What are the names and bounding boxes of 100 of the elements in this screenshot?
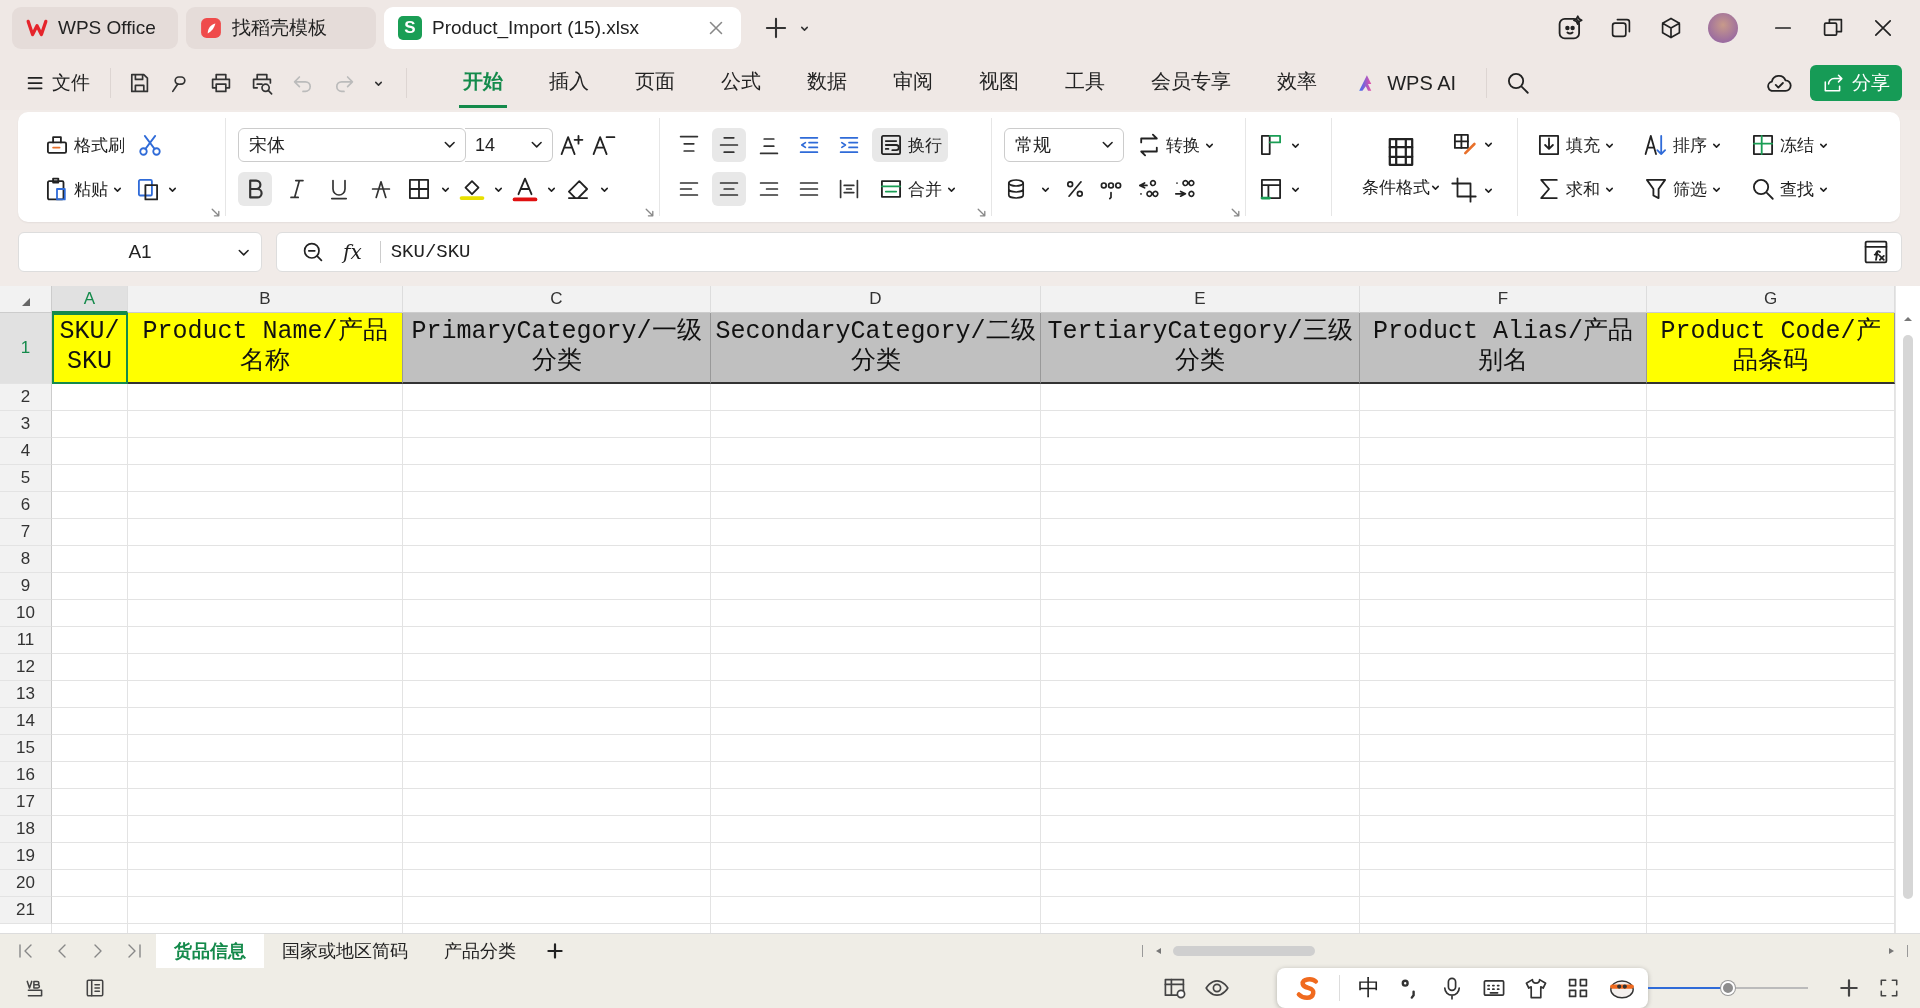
tab[interactable]: WPS Office (12, 7, 178, 49)
font-color-icon[interactable] (512, 176, 538, 202)
ribbon-tab[interactable]: 视图 (975, 58, 1024, 108)
avatar[interactable] (1708, 13, 1738, 43)
ribbon-tab[interactable]: 数据 (803, 58, 852, 108)
row-header[interactable]: 13 (0, 681, 52, 708)
increase-font-icon[interactable] (559, 132, 585, 158)
ime-logo-icon[interactable] (1295, 975, 1321, 1001)
zoom-icon[interactable] (301, 240, 325, 264)
ribbon-tab[interactable]: 工具 (1061, 58, 1110, 108)
column-header[interactable]: G (1647, 286, 1895, 313)
add-sheet-icon[interactable] (544, 940, 566, 962)
outline-icon[interactable] (84, 977, 106, 999)
plus-icon[interactable] (763, 15, 789, 41)
formula-field[interactable]: fx SKU/SKU (276, 232, 1902, 272)
sticker-icon[interactable] (1557, 15, 1583, 41)
dialog-launcher-icon[interactable] (644, 207, 655, 218)
copy-icon[interactable] (135, 176, 161, 202)
ribbon-tab[interactable]: 开始 (459, 58, 508, 108)
row-header[interactable]: 4 (0, 438, 52, 465)
row-header[interactable]: 3 (0, 411, 52, 438)
row-header[interactable]: 11 (0, 627, 52, 654)
input-mode-toggle[interactable]: 中 (1358, 973, 1380, 1003)
row-header[interactable]: 9 (0, 573, 52, 600)
table-cell[interactable]: PrimaryCategory/一级分类 (403, 313, 711, 384)
crop-icon[interactable] (1450, 177, 1477, 203)
borders-icon[interactable] (406, 176, 432, 202)
table-cell[interactable]: Product Name/产品名称 (128, 313, 403, 384)
table-cell[interactable]: SKU/SKU (52, 313, 128, 384)
zoom-slider[interactable] (1648, 981, 1808, 995)
ribbon-tab[interactable]: 页面 (631, 58, 680, 108)
row-header[interactable]: 10 (0, 600, 52, 627)
expand-formula-icon[interactable] (1863, 239, 1889, 265)
table-cell[interactable]: Product Alias/产品别名 (1360, 313, 1647, 384)
row-header[interactable]: 8 (0, 546, 52, 573)
sort-button[interactable]: 排序 (1637, 128, 1728, 162)
align-middle-button[interactable] (712, 128, 746, 162)
function-button[interactable]: fx (343, 240, 362, 264)
shirt-icon[interactable] (1524, 976, 1548, 1000)
ribbon-tab[interactable]: 效率 (1273, 58, 1322, 108)
sheet-tab[interactable]: 货品信息 (156, 934, 264, 968)
row-header[interactable]: 20 (0, 870, 52, 897)
column-header[interactable]: E (1041, 286, 1360, 313)
print-preview-icon[interactable] (250, 71, 275, 95)
table-cell[interactable]: Product Code/产品条码 (1647, 313, 1895, 384)
dialog-launcher-icon[interactable] (210, 207, 221, 218)
ribbon-tab[interactable]: 审阅 (889, 58, 938, 108)
freeze-button[interactable]: 冻结 (1744, 128, 1835, 162)
row-header[interactable]: 12 (0, 654, 52, 681)
sheet-tab[interactable]: 产品分类 (426, 934, 534, 968)
paste-button[interactable]: 粘贴 (38, 172, 129, 206)
row-header[interactable]: 18 (0, 816, 52, 843)
align-center-button[interactable] (712, 172, 746, 206)
font-size-dropdown[interactable]: 14 (465, 128, 553, 162)
row-header[interactable]: 15 (0, 735, 52, 762)
tab[interactable]: 找稻壳模板 (186, 7, 376, 49)
dialog-launcher-icon[interactable] (976, 207, 987, 218)
table-view-icon[interactable] (1163, 976, 1187, 1000)
row-header[interactable]: 6 (0, 492, 52, 519)
find-button[interactable]: 查找 (1744, 172, 1835, 206)
bold-button[interactable] (238, 172, 272, 206)
cell-style-icon[interactable] (1258, 132, 1284, 158)
sheet-tab[interactable]: 国家或地区简码 (264, 934, 426, 968)
wrap-text-button[interactable]: 换行 (872, 128, 948, 162)
convert-button[interactable]: 转换 (1130, 128, 1221, 162)
share-button[interactable]: 分享 (1810, 65, 1902, 101)
row-header[interactable]: 19 (0, 843, 52, 870)
name-box[interactable]: A1 (18, 232, 262, 272)
row-header[interactable]: 16 (0, 762, 52, 789)
row-header[interactable]: 2 (0, 384, 52, 411)
row-header[interactable]: 7 (0, 519, 52, 546)
windows-icon[interactable] (1609, 16, 1633, 40)
ribbon-tab[interactable]: 插入 (545, 58, 594, 108)
sum-button[interactable]: 求和 (1530, 172, 1621, 206)
dialog-launcher-icon[interactable] (1230, 207, 1241, 218)
ai-button[interactable]: WPS AI (1357, 71, 1457, 95)
row-header[interactable]: 14 (0, 708, 52, 735)
font-dropdown[interactable]: 宋体 (238, 128, 466, 162)
apps-icon[interactable] (1566, 976, 1590, 1000)
table-cell[interactable]: TertiaryCategory/三级分类 (1041, 313, 1360, 384)
fullscreen-icon[interactable] (1878, 977, 1900, 999)
row-header[interactable]: 21 (0, 897, 52, 924)
column-header[interactable]: B (128, 286, 403, 313)
fill-button[interactable]: 填充 (1530, 128, 1621, 162)
cube-icon[interactable] (1659, 16, 1683, 40)
format-painter-button[interactable]: 格式刷 (38, 128, 131, 162)
number-format-dropdown[interactable]: 常规 (1004, 128, 1124, 162)
filter-button[interactable]: 筛选 (1637, 172, 1728, 206)
ribbon-tab[interactable]: 公式 (717, 58, 766, 108)
column-header[interactable]: C (403, 286, 711, 313)
tab[interactable]: S Product_Import (15).xlsx (384, 7, 741, 49)
row-header[interactable]: 5 (0, 465, 52, 492)
scissors-icon[interactable] (137, 132, 163, 158)
row-header[interactable]: 17 (0, 789, 52, 816)
file-menu-button[interactable]: 文件 (20, 66, 97, 100)
table-cell[interactable]: SecondaryCategory/二级分类 (711, 313, 1041, 384)
table-style-icon[interactable] (1258, 176, 1284, 202)
conditional-format-button[interactable]: 条件格式 (1355, 131, 1447, 203)
zoom-in-icon[interactable] (1838, 977, 1860, 999)
column-header[interactable]: D (711, 286, 1041, 313)
